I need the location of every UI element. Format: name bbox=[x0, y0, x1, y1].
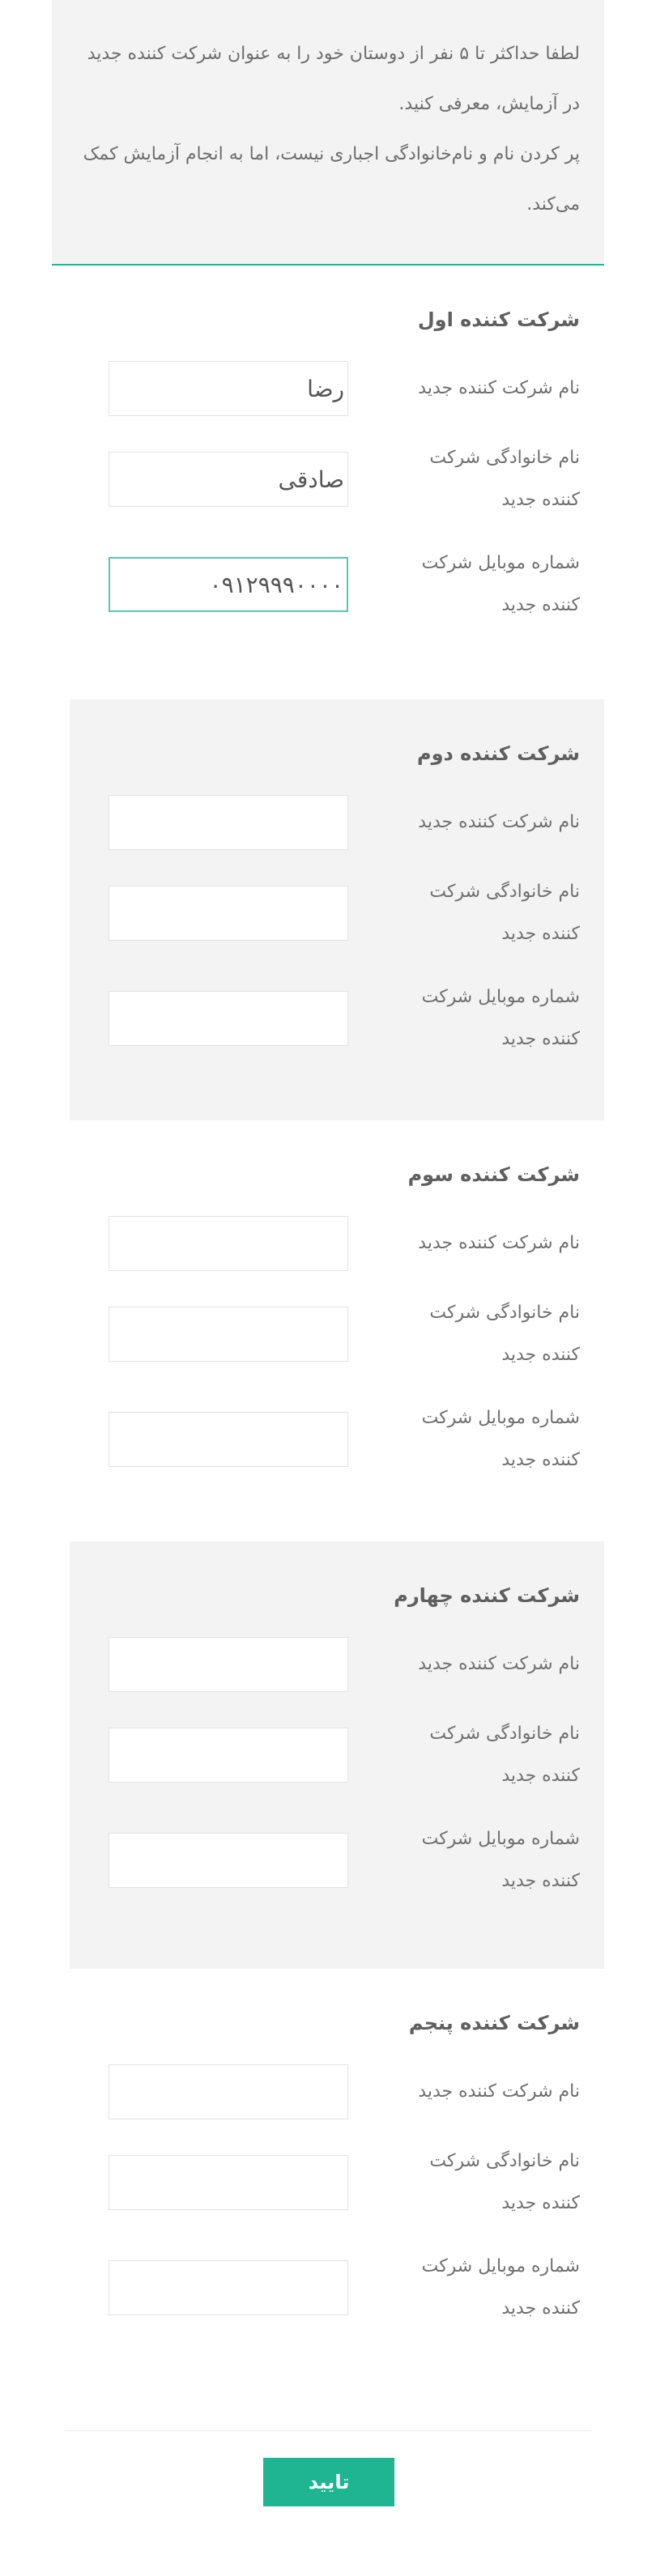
mobile-input[interactable] bbox=[109, 1833, 348, 1888]
mobile-row: شماره موبایل شرکت کننده جدید bbox=[109, 1397, 580, 1481]
section-title: شرکت کننده دوم bbox=[416, 742, 580, 765]
section-title: شرکت کننده سوم bbox=[407, 1163, 580, 1186]
section-title: شرکت کننده پنجم bbox=[408, 2012, 580, 2034]
last-name-row: نام خانوادگی شرکت کننده جدید bbox=[109, 437, 580, 521]
intro-line-2: در آزمایش، معرفی کنید. bbox=[398, 94, 580, 114]
participant-section-2: شرکت کننده دوم نام شرکت کننده جدید نام خ… bbox=[70, 699, 604, 1120]
last-name-label: نام خانوادگی شرکت کننده جدید bbox=[429, 1724, 580, 1786]
first-name-label: نام شرکت کننده جدید bbox=[418, 812, 580, 832]
first-name-label: نام شرکت کننده جدید bbox=[418, 378, 580, 398]
first-name-row: نام شرکت کننده جدید bbox=[109, 361, 580, 416]
last-name-label: نام خانوادگی شرکت کننده جدید bbox=[429, 2151, 580, 2213]
last-name-input[interactable] bbox=[109, 1728, 348, 1783]
mobile-label: شماره موبایل شرکت کننده جدید bbox=[421, 553, 580, 615]
participant-section-3: شرکت کننده سوم نام شرکت کننده جدید نام خ… bbox=[70, 1120, 604, 1541]
mobile-row: شماره موبایل شرکت کننده جدید bbox=[109, 1818, 580, 1902]
first-name-label: نام شرکت کننده جدید bbox=[418, 1654, 580, 1674]
last-name-label: نام خانوادگی شرکت کننده جدید bbox=[429, 882, 580, 944]
section-title: شرکت کننده اول bbox=[417, 308, 580, 331]
last-name-label: نام خانوادگی شرکت کننده جدید bbox=[429, 1303, 580, 1365]
first-name-row: نام شرکت کننده جدید bbox=[109, 795, 580, 850]
first-name-input[interactable] bbox=[109, 795, 348, 850]
last-name-row: نام خانوادگی شرکت کننده جدید bbox=[109, 871, 580, 955]
mobile-input[interactable] bbox=[109, 2260, 348, 2315]
first-name-row: نام شرکت کننده جدید bbox=[109, 1637, 580, 1692]
mobile-input[interactable] bbox=[109, 557, 348, 612]
first-name-input[interactable] bbox=[109, 1216, 348, 1271]
first-name-label: نام شرکت کننده جدید bbox=[418, 1233, 580, 1253]
intro-line-1: لطفا حداکثر تا ۵ نفر از دوستان خود را به… bbox=[87, 44, 580, 64]
first-name-input[interactable] bbox=[109, 2064, 348, 2119]
first-name-row: نام شرکت کننده جدید bbox=[109, 1216, 580, 1271]
first-name-input[interactable] bbox=[109, 1637, 348, 1692]
intro-line-4: می‌کند. bbox=[526, 194, 580, 215]
last-name-label: نام خانوادگی شرکت کننده جدید bbox=[429, 448, 580, 510]
first-name-row: نام شرکت کننده جدید bbox=[109, 2064, 580, 2119]
last-name-input[interactable] bbox=[109, 452, 348, 507]
mobile-label: شماره موبایل شرکت کننده جدید bbox=[421, 987, 580, 1049]
mobile-input[interactable] bbox=[109, 1412, 348, 1467]
section-title: شرکت کننده چهارم bbox=[394, 1584, 580, 1607]
last-name-input[interactable] bbox=[109, 2155, 348, 2210]
submit-button[interactable]: تایید bbox=[263, 2458, 394, 2506]
mobile-label: شماره موبایل شرکت کننده جدید bbox=[421, 1829, 580, 1891]
last-name-row: نام خانوادگی شرکت کننده جدید bbox=[109, 1713, 580, 1797]
mobile-input[interactable] bbox=[109, 991, 348, 1046]
participant-section-5: شرکت کننده پنجم نام شرکت کننده جدید نام … bbox=[70, 1969, 604, 2390]
mobile-label: شماره موبایل شرکت کننده جدید bbox=[421, 1408, 580, 1470]
mobile-row: شماره موبایل شرکت کننده جدید bbox=[109, 2246, 580, 2330]
mobile-label: شماره موبایل شرکت کننده جدید bbox=[421, 2256, 580, 2319]
mobile-row: شماره موبایل شرکت کننده جدید bbox=[109, 542, 580, 627]
first-name-input[interactable] bbox=[109, 361, 348, 416]
footer-divider bbox=[65, 2430, 591, 2431]
participant-section-4: شرکت کننده چهارم نام شرکت کننده جدید نام… bbox=[70, 1541, 604, 1969]
last-name-input[interactable] bbox=[109, 886, 348, 941]
intro-box: لطفا حداکثر تا ۵ نفر از دوستان خود را به… bbox=[52, 0, 604, 266]
last-name-row: نام خانوادگی شرکت کننده جدید bbox=[109, 2140, 580, 2225]
participant-section-1: شرکت کننده اول نام شرکت کننده جدید نام خ… bbox=[70, 266, 604, 699]
first-name-label: نام شرکت کننده جدید bbox=[418, 2081, 580, 2102]
last-name-input[interactable] bbox=[109, 1307, 348, 1362]
referral-form: لطفا حداکثر تا ۵ نفر از دوستان خود را به… bbox=[52, 0, 604, 2390]
intro-line-3: پر کردن نام و نام‌خانوادگی اجباری نیست، … bbox=[83, 144, 580, 164]
last-name-row: نام خانوادگی شرکت کننده جدید bbox=[109, 1292, 580, 1376]
mobile-row: شماره موبایل شرکت کننده جدید bbox=[109, 976, 580, 1061]
